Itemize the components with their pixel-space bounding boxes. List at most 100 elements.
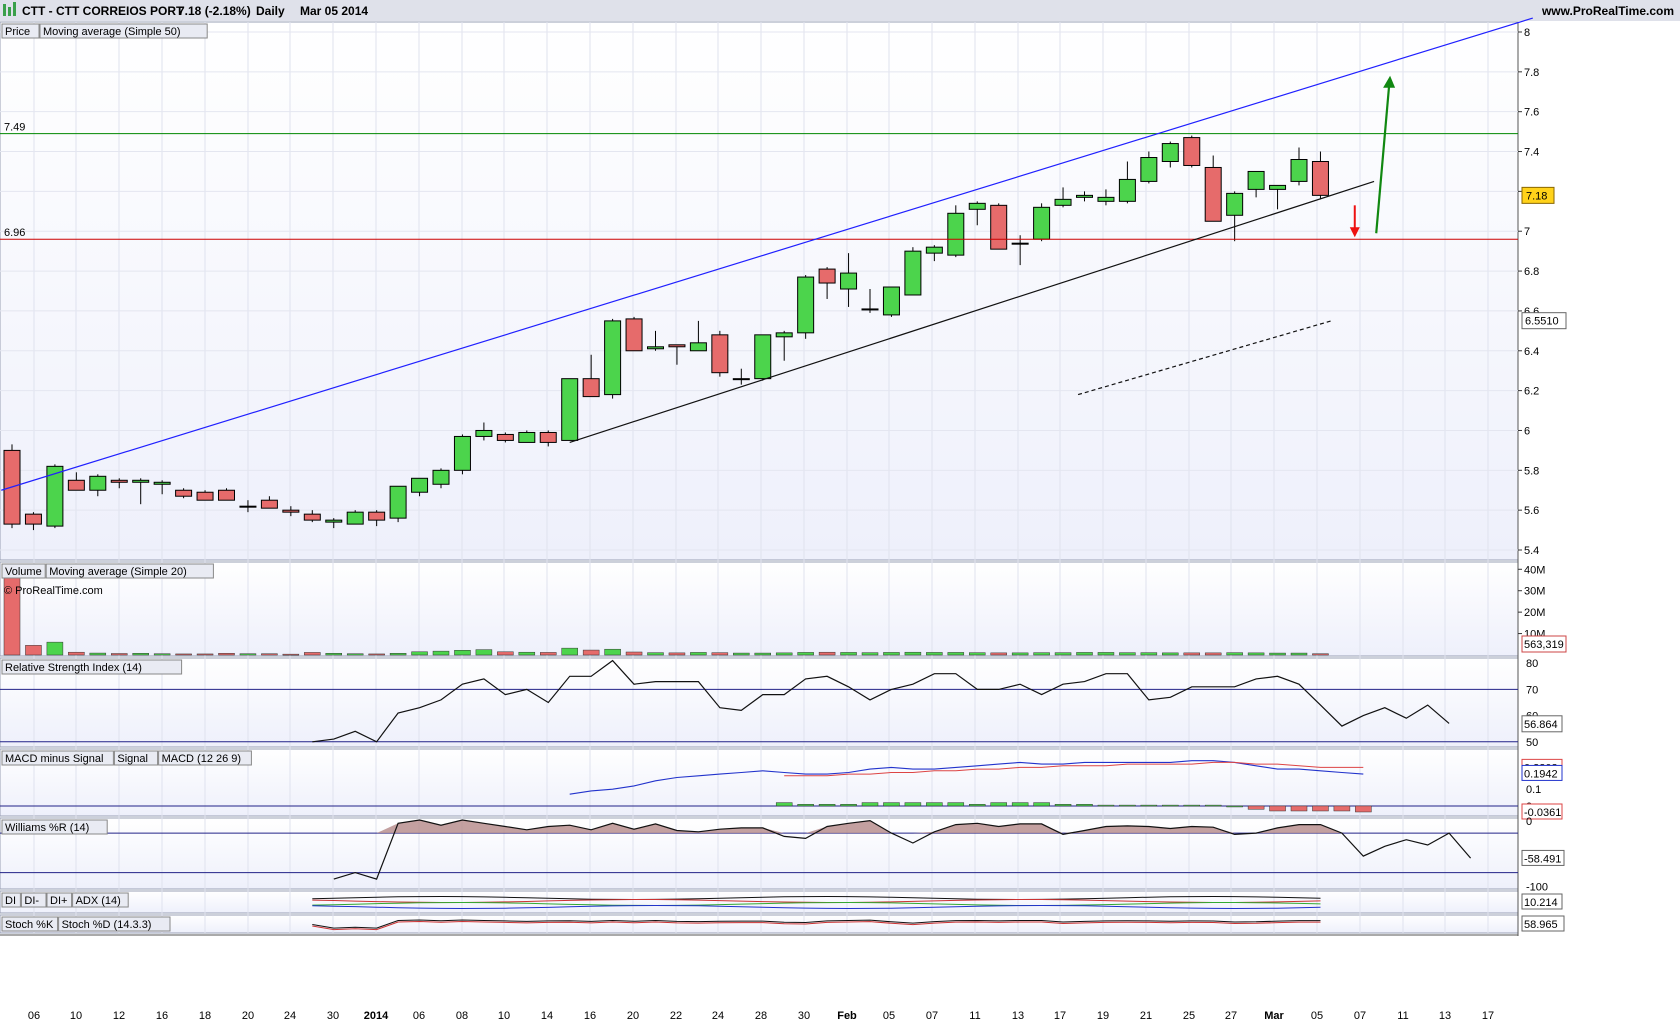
volume-bar [926, 652, 943, 656]
candle [496, 432, 514, 443]
macd-tick-label: 0.1 [1526, 784, 1541, 796]
candle-body [89, 475, 107, 491]
macd-hist-bar [947, 802, 965, 807]
candle-body [303, 513, 321, 521]
price-tick-label: 7.8 [1524, 67, 1539, 79]
volume-bar [1183, 652, 1200, 656]
volume-bar [818, 651, 836, 656]
rsi-tick-label: 50 [1526, 737, 1538, 749]
candle-body [132, 479, 150, 483]
candle [625, 316, 643, 352]
adx-legend-label: ADX (14) [76, 895, 121, 907]
volume-bar [861, 652, 879, 656]
williams-legend-label: Williams %R (14) [5, 822, 89, 834]
adx-legend-label: DI+ [50, 895, 67, 907]
volume-bar [604, 648, 621, 656]
volume-bar [218, 653, 235, 656]
candle-body [1033, 206, 1051, 240]
volume-bar [647, 652, 664, 656]
candle [904, 247, 922, 296]
watermark: © ProRealTime.com [4, 585, 103, 597]
macd-hist-bar [1033, 802, 1050, 807]
macd-hist-bar [1076, 804, 1093, 807]
price-tick-label: 7.4 [1524, 147, 1539, 159]
macd-value-label: 0.1942 [1524, 768, 1558, 780]
volume-bar [346, 653, 364, 656]
x-tick-label: 10 [498, 1010, 510, 1022]
x-tick-label: 20 [242, 1010, 254, 1022]
candle-body [711, 334, 729, 374]
volume-bar [947, 652, 965, 656]
volume-bar [475, 649, 493, 656]
x-tick-label: 19 [1097, 1010, 1109, 1022]
volume-bar [497, 651, 514, 656]
macd-hist-bar [1333, 805, 1351, 812]
volume-bar [132, 653, 149, 656]
volume-bar [3, 569, 21, 656]
williams-value-label: -58.491 [1524, 853, 1561, 865]
stoch-value-label: 58.965 [1524, 919, 1558, 931]
candle-body [1290, 159, 1308, 182]
stochastic-legend-label: Stoch %D (14.3.3) [62, 919, 152, 931]
volume-bar [1290, 652, 1308, 656]
candle-body [411, 477, 429, 493]
candle [218, 488, 235, 501]
macd-hist-bar [1290, 805, 1308, 812]
price-tick-label: 6.4 [1524, 346, 1539, 358]
x-tick-label: 2014 [364, 1010, 389, 1022]
candle-body [861, 308, 879, 311]
candle [797, 275, 815, 339]
volume-legend-label: Volume [5, 566, 42, 578]
candle-body [282, 509, 300, 513]
volume-bar [432, 650, 450, 656]
macd-hist-bar [775, 802, 793, 807]
x-tick-label: Mar [1264, 1010, 1284, 1022]
rsi-tick-label: 70 [1526, 684, 1538, 696]
candle-body [218, 489, 235, 501]
macd-hist-bar [969, 804, 986, 807]
candle [346, 510, 364, 525]
candle-body [368, 511, 386, 521]
candle-body [1011, 242, 1029, 245]
volume-bar [904, 651, 922, 656]
candle-body [110, 479, 128, 483]
candle-body [582, 378, 600, 398]
candle-body [818, 268, 836, 284]
macd-hist-bar [883, 802, 900, 807]
last-quote: 7.18 (-2.18%) [178, 4, 251, 18]
candle-body [647, 346, 664, 350]
x-tick-label: Feb [837, 1010, 857, 1022]
macd-hist-bar [1162, 804, 1179, 807]
candle-body [689, 342, 707, 352]
macd-hist-bar [1355, 805, 1372, 813]
volume-bar [754, 652, 771, 656]
price-tick-label: 8 [1524, 27, 1530, 39]
volume-bar [1076, 652, 1093, 656]
x-tick-label: 18 [199, 1010, 211, 1022]
volume-bar [582, 649, 600, 656]
panel-price [0, 21, 1519, 561]
volume-bar [454, 650, 471, 656]
date-label: Mar 05 2014 [300, 4, 368, 18]
volume-tick-label: 40M [1524, 564, 1545, 576]
volume-bar [25, 645, 42, 656]
x-tick-label: 30 [327, 1010, 339, 1022]
candle-body [1247, 170, 1265, 190]
site-link[interactable]: www.ProRealTime.com [1541, 4, 1674, 18]
candle [175, 488, 193, 499]
candle-body [389, 485, 407, 519]
x-tick-label: 11 [969, 1010, 980, 1022]
volume-bar [411, 651, 428, 656]
rsi-legend-label: Relative Strength Index (14) [5, 662, 142, 674]
x-tick-label: 30 [798, 1010, 810, 1022]
stochastic-legend-label: Stoch %K [5, 919, 54, 931]
candle [561, 378, 579, 441]
price-legend-label: Price [5, 26, 30, 38]
candle-body [175, 489, 193, 497]
candle-body [668, 344, 686, 348]
candle-body [1226, 192, 1244, 216]
candle [882, 286, 900, 317]
volume-bar [690, 652, 707, 656]
candle-body [1054, 198, 1072, 206]
volume-bar [261, 653, 278, 656]
